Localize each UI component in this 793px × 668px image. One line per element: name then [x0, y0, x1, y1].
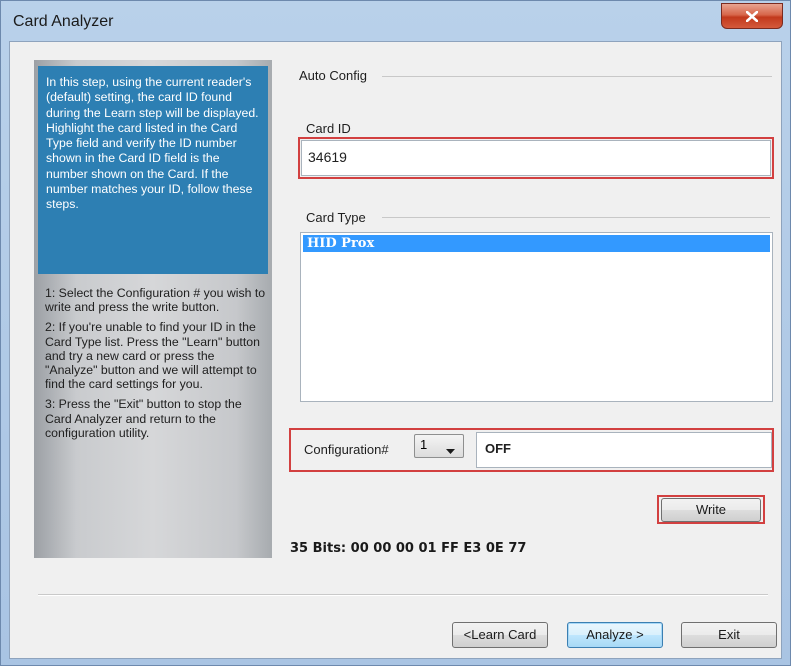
configuration-status-field: OFF — [476, 432, 772, 468]
analyze-button[interactable]: Analyze > — [567, 622, 663, 648]
step-3-text: 3: Press the "Exit" button to stop the C… — [45, 397, 242, 440]
auto-config-label: Auto Config — [299, 68, 367, 83]
step-1-text: 1: Select the Configuration # you wish t… — [45, 286, 266, 315]
card-type-divider — [382, 217, 770, 218]
card-analyzer-window: Card Analyzer In this step, using the cu… — [0, 0, 791, 666]
auto-config-divider — [382, 76, 772, 77]
card-type-item-hid-prox[interactable]: HID Prox — [303, 235, 770, 252]
bits-readout: 35 Bits: 00 00 00 01 FF E3 0E 77 — [290, 541, 527, 556]
card-id-field[interactable]: 34619 — [301, 140, 771, 176]
chevron-down-icon — [446, 443, 455, 458]
instructions-text: In this step, using the current reader's… — [46, 75, 259, 212]
exit-button[interactable]: Exit — [681, 622, 777, 648]
write-button[interactable]: Write — [661, 498, 761, 522]
window-title: Card Analyzer — [13, 13, 114, 30]
close-button[interactable] — [721, 3, 783, 29]
step-2-text: 2: If you're unable to find your ID in t… — [45, 320, 260, 392]
steps-list: 1: Select the Configuration # you wish t… — [45, 286, 267, 446]
configuration-label: Configuration# — [304, 442, 389, 457]
footer-separator — [38, 594, 768, 596]
configuration-select[interactable]: 1 — [414, 434, 464, 458]
card-id-label: Card ID — [306, 121, 351, 136]
dialog-client-area: In this step, using the current reader's… — [9, 41, 782, 659]
help-side-panel: In this step, using the current reader's… — [34, 60, 272, 558]
instructions-box: In this step, using the current reader's… — [38, 66, 268, 274]
configuration-select-value: 1 — [420, 437, 428, 452]
close-x-icon — [746, 10, 758, 22]
title-bar[interactable]: Card Analyzer — [1, 1, 790, 41]
card-type-list[interactable]: HID Prox — [300, 232, 773, 402]
learn-card-button[interactable]: <Learn Card — [452, 622, 548, 648]
card-type-label: Card Type — [306, 210, 366, 225]
